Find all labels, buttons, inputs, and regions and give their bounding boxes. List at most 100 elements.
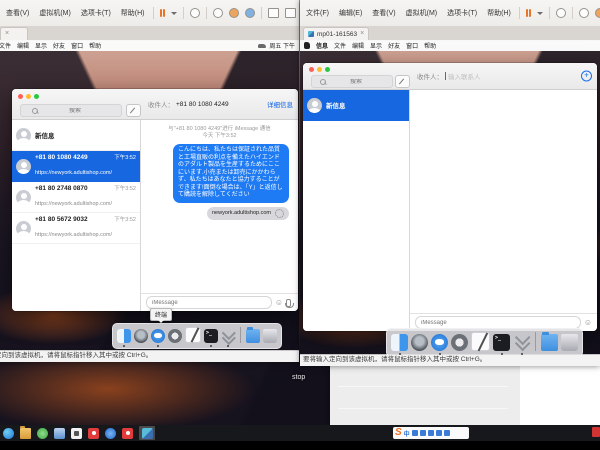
menu-tabs[interactable]: 选项卡(T) xyxy=(79,7,113,19)
mac-menu-help[interactable]: 帮助 xyxy=(89,41,101,50)
suspend-icon[interactable] xyxy=(526,9,531,17)
emoji-icon[interactable]: ☺ xyxy=(584,319,592,327)
menu-vm[interactable]: 虚拟机(M) xyxy=(37,7,73,19)
conversation-row[interactable]: +81 80 5672 9032 下午3:52 https://newyork.… xyxy=(12,213,140,244)
mac-menu-file[interactable]: 文件 xyxy=(0,41,11,50)
mac-menu-help[interactable]: 帮助 xyxy=(424,41,436,50)
minimize-window-icon[interactable] xyxy=(26,94,31,99)
ctrl-alt-del-icon[interactable] xyxy=(190,8,200,18)
to-placeholder[interactable]: 输入联系人 xyxy=(448,71,481,81)
conversation-row-selected[interactable]: 新信息 xyxy=(303,90,409,121)
conversation-row-new[interactable]: 新信息 xyxy=(12,120,140,151)
taskbar-app-green-icon[interactable] xyxy=(37,428,48,439)
ime-voice-icon[interactable] xyxy=(428,430,434,436)
mac-menu-view[interactable]: 显示 xyxy=(370,41,382,50)
microphone-icon[interactable] xyxy=(286,299,291,307)
mac-menu-window[interactable]: 窗口 xyxy=(406,41,418,50)
mac-menu-buddies[interactable]: 好友 xyxy=(53,41,65,50)
ime-toolbar[interactable]: S 中 xyxy=(393,427,469,439)
search-field[interactable] xyxy=(311,75,393,88)
mac-menu-window[interactable]: 窗口 xyxy=(71,41,83,50)
taskbar-app-red-icon[interactable] xyxy=(88,428,99,439)
textedit-icon[interactable] xyxy=(185,327,201,343)
snapshot-take-icon[interactable] xyxy=(579,8,589,18)
browser-icon[interactable] xyxy=(3,428,14,439)
sogou-logo[interactable]: S xyxy=(395,428,402,438)
show-thumbnail-bar-icon[interactable] xyxy=(285,8,296,18)
vmware-taskbar-tile[interactable] xyxy=(139,426,155,440)
menu-vm[interactable]: 虚拟机(M) xyxy=(404,7,440,19)
ctrl-alt-del-icon[interactable] xyxy=(556,8,566,18)
mac-menu-file[interactable]: 文件 xyxy=(334,41,346,50)
downloads-folder-icon[interactable] xyxy=(541,334,558,351)
trash-icon[interactable] xyxy=(561,334,578,351)
suspend-dropdown-icon[interactable] xyxy=(537,12,543,15)
snapshot-manager-icon[interactable] xyxy=(245,8,255,18)
terminal-icon[interactable] xyxy=(493,334,510,351)
conversation-row[interactable]: +81 80 2748 0870 下午3:52 https://newyork.… xyxy=(12,182,140,213)
link-preview-bubble[interactable]: newyork.adultishop.com xyxy=(207,207,289,220)
menu-help[interactable]: 帮助(H) xyxy=(119,7,147,19)
menu-view[interactable]: 查看(V) xyxy=(4,7,31,19)
stack-icon[interactable] xyxy=(221,329,235,343)
messages-icon[interactable] xyxy=(431,334,448,351)
file-explorer-icon[interactable] xyxy=(20,428,31,439)
show-library-icon[interactable] xyxy=(268,8,279,18)
compose-button[interactable] xyxy=(126,104,141,117)
ime-settings-icon[interactable] xyxy=(444,430,450,436)
launchpad-icon[interactable] xyxy=(411,334,428,351)
apple-menu-icon[interactable] xyxy=(304,42,310,49)
close-window-icon[interactable] xyxy=(18,94,23,99)
details-link[interactable]: 详细信息 xyxy=(267,99,293,109)
menu-file[interactable]: 文件(F) xyxy=(304,7,331,19)
taskbar-app-white-icon[interactable] xyxy=(71,428,82,439)
mac-menu-app[interactable]: 信息 xyxy=(316,41,328,50)
menu-view[interactable]: 查看(V) xyxy=(370,7,397,19)
taskbar-right-red-icon[interactable] xyxy=(592,427,600,437)
downloads-folder-icon[interactable] xyxy=(246,329,260,343)
taskbar-app-blue-round-icon[interactable] xyxy=(105,428,116,439)
menu-edit[interactable]: 编辑(E) xyxy=(337,7,364,19)
snapshot-revert-icon[interactable] xyxy=(595,8,600,18)
messages-icon[interactable] xyxy=(151,329,165,343)
suspend-icon[interactable] xyxy=(160,9,165,17)
mac-menu-edit[interactable]: 编辑 xyxy=(17,41,29,50)
menubar-clock[interactable]: 周五 下午 xyxy=(269,41,295,50)
conversation-row-selected[interactable]: +81 80 1080 4249 下午3:52 https://newyork.… xyxy=(12,151,140,182)
system-preferences-icon[interactable] xyxy=(451,334,468,351)
snapshot-revert-icon[interactable] xyxy=(229,8,239,18)
stack-icon[interactable] xyxy=(513,334,530,351)
snapshot-take-icon[interactable] xyxy=(213,8,223,18)
launchpad-icon[interactable] xyxy=(134,329,148,343)
ime-language-toggle[interactable]: 中 xyxy=(404,429,410,438)
tab-close-icon[interactable]: × xyxy=(5,31,9,37)
emoji-icon[interactable]: ☺ xyxy=(275,299,283,307)
tab-close-icon[interactable]: × xyxy=(360,31,364,37)
finder-icon[interactable] xyxy=(117,329,131,343)
vm-tab-partial[interactable]: × xyxy=(0,27,28,40)
ime-tools-icon[interactable] xyxy=(436,430,442,436)
search-field[interactable] xyxy=(20,104,122,117)
zoom-window-icon[interactable] xyxy=(325,67,330,72)
search-input[interactable] xyxy=(328,79,384,85)
mac-menu-view[interactable]: 显示 xyxy=(35,41,47,50)
trash-icon[interactable] xyxy=(263,329,277,343)
ime-keyboard-icon[interactable] xyxy=(412,430,418,436)
menubar-status-icon[interactable] xyxy=(258,44,266,48)
menu-tabs[interactable]: 选项卡(T) xyxy=(445,7,479,19)
compose-button[interactable] xyxy=(395,75,410,88)
taskbar-app-red2-icon[interactable] xyxy=(122,428,133,439)
background-window[interactable] xyxy=(330,366,600,425)
vm-tab[interactable]: mp01-161563 × xyxy=(303,27,369,40)
mac-menu-buddies[interactable]: 好友 xyxy=(388,41,400,50)
textedit-icon[interactable] xyxy=(471,332,490,351)
ime-symbols-icon[interactable] xyxy=(420,430,426,436)
zoom-window-icon[interactable] xyxy=(34,94,39,99)
finder-icon[interactable] xyxy=(391,334,408,351)
taskbar-app-blue-doc-icon[interactable] xyxy=(54,428,65,439)
terminal-icon[interactable] xyxy=(204,329,218,343)
menu-help[interactable]: 帮助(H) xyxy=(485,7,513,19)
close-window-icon[interactable] xyxy=(309,67,314,72)
mac-menu-edit[interactable]: 编辑 xyxy=(352,41,364,50)
add-contact-icon[interactable]: + xyxy=(581,71,592,82)
